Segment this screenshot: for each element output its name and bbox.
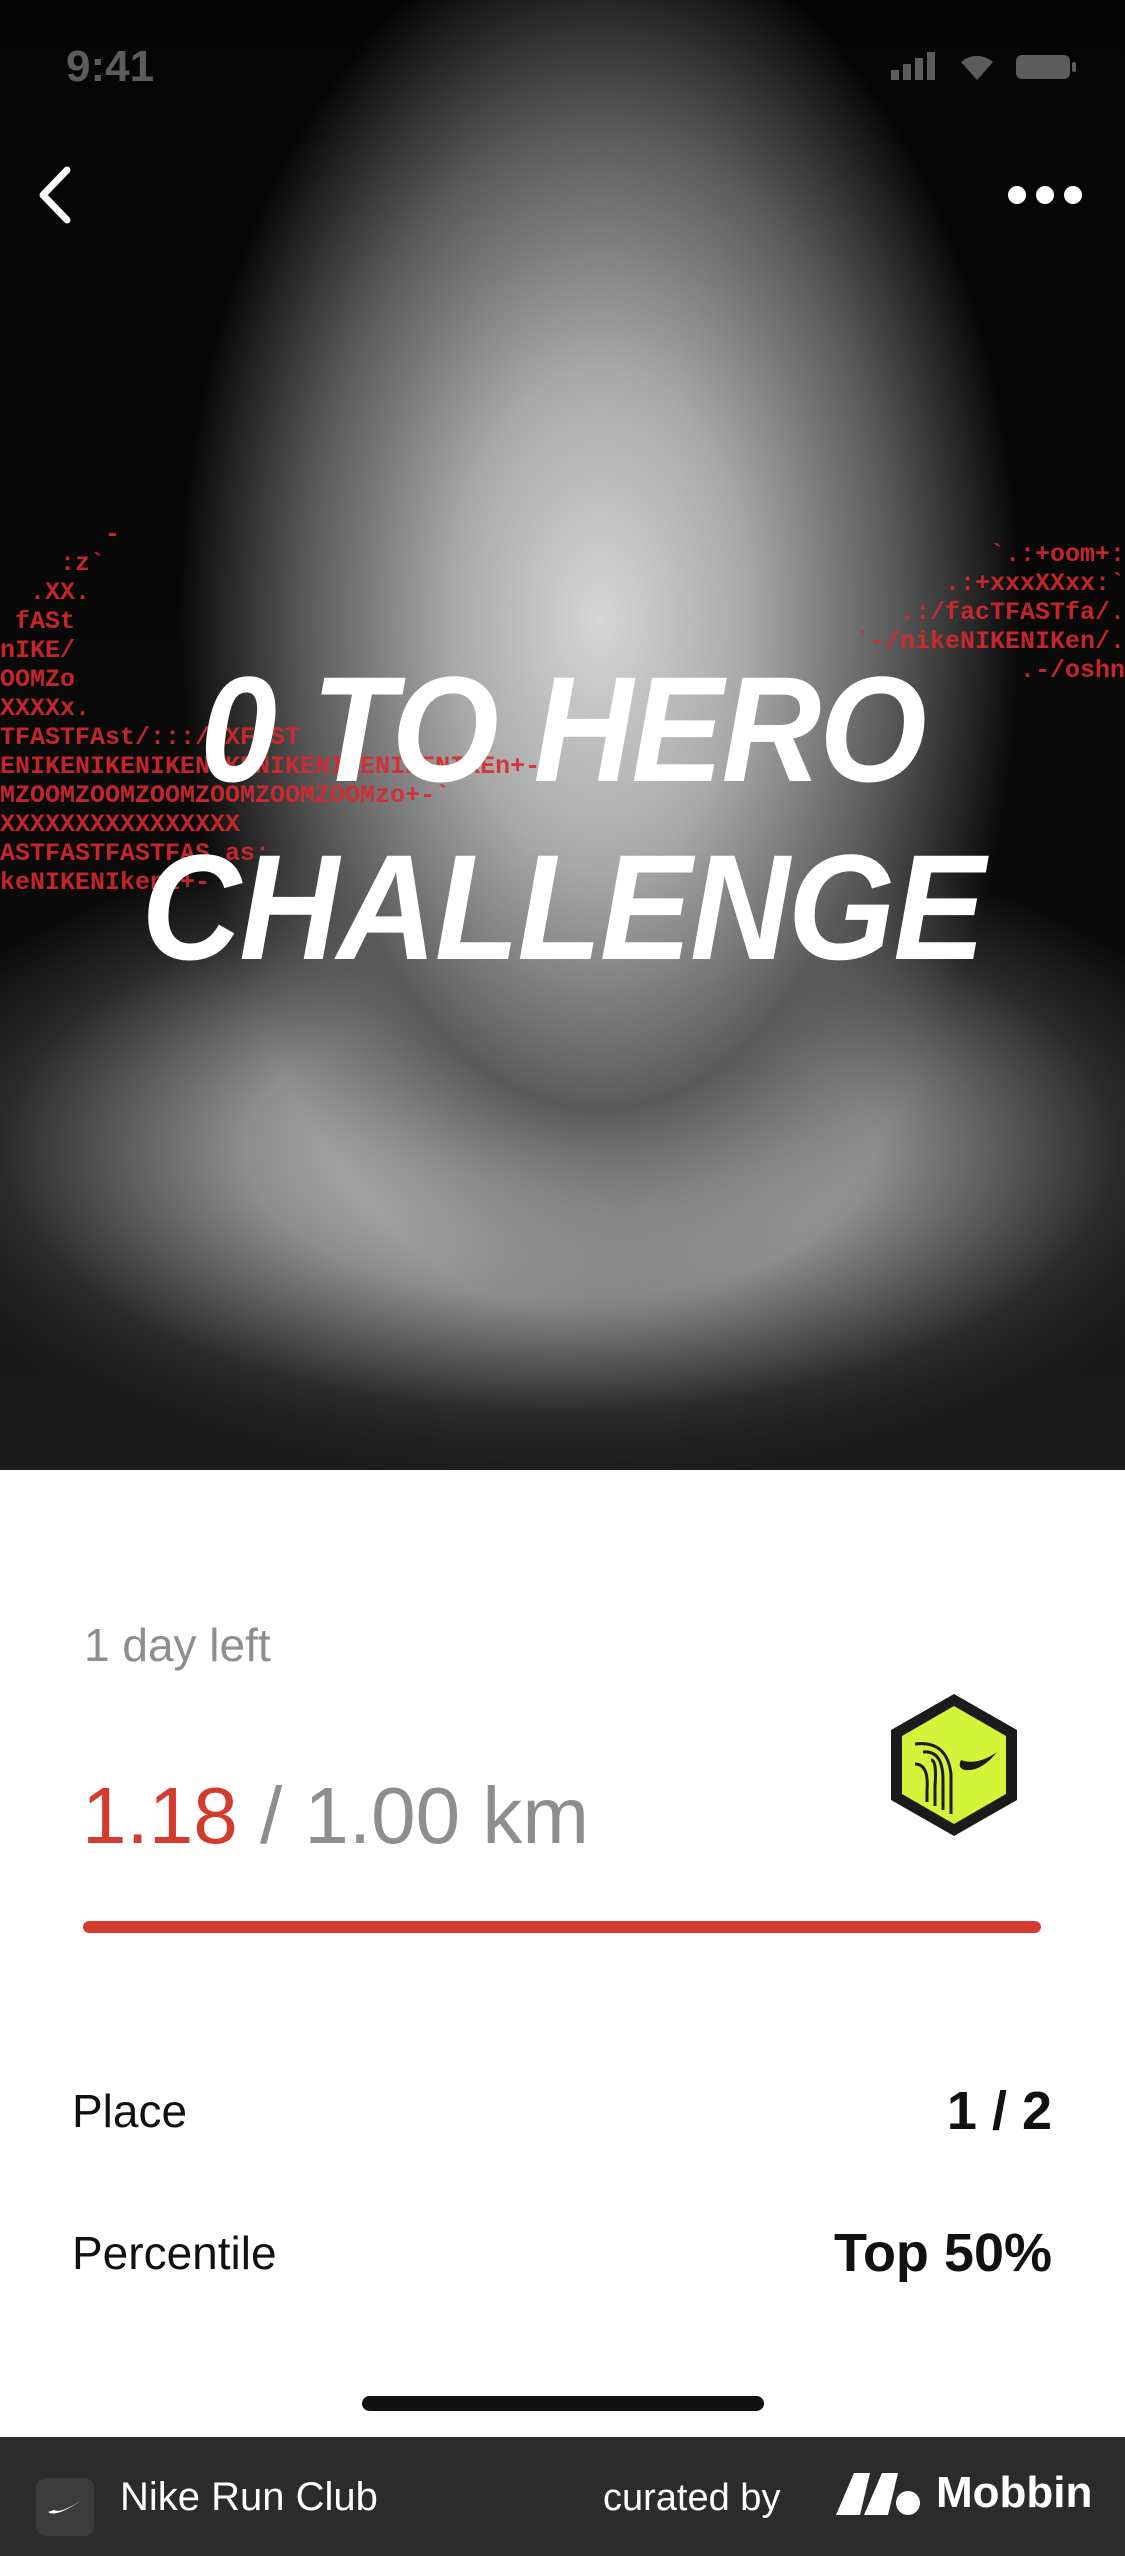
mobbin-icon (836, 2473, 920, 2515)
stat-label: Percentile (72, 2227, 277, 2279)
stat-value: 1 / 2 (946, 2081, 1052, 2141)
goal-distance: / 1.00 km (259, 1771, 589, 1860)
chevron-left-icon (39, 166, 71, 224)
home-indicator[interactable] (362, 2396, 764, 2411)
nike-hexagon-badge-icon[interactable] (885, 1690, 1023, 1840)
wifi-icon (961, 55, 993, 80)
mobbin-logo: Mobbin (832, 2465, 1092, 2521)
mobbin-brand-text: Mobbin (936, 2468, 1093, 2517)
time-left-label: 1 day left (84, 1619, 271, 1671)
back-button[interactable] (10, 150, 100, 240)
hero-banner: - :z` .XX. fASt nIKE/ OOMZo XXXXx. TFAST… (0, 0, 1125, 1470)
footer-app-name: Nike Run Club (120, 2475, 378, 2519)
stat-label: Place (72, 2085, 188, 2137)
more-options-button[interactable] (1000, 150, 1090, 240)
status-time: 9:41 (66, 42, 155, 91)
signal-icon (891, 52, 939, 85)
stat-value: Top 50% (833, 2223, 1052, 2283)
battery-icon (1016, 55, 1076, 79)
stat-row-place: Place 1 / 2 (72, 2080, 1052, 2142)
progress-bar-fill (83, 1921, 1041, 1933)
current-distance: 1.18 (82, 1771, 238, 1860)
stat-row-percentile: Percentile Top 50% (72, 2222, 1052, 2284)
status-icons (891, 52, 1077, 85)
hero-title: 0 TO HERO CHALLENGE (45, 640, 1080, 996)
nike-run-club-app-icon (36, 2478, 94, 2536)
hero-title-line-1: 0 TO HERO (200, 645, 927, 813)
hero-title-line-2: CHALLENGE (141, 823, 985, 991)
distance-progress: 1.18 / 1.00 km (82, 1770, 589, 1862)
footer-curated-by: curated by (603, 2477, 781, 2519)
status-bar: 9:41 (0, 0, 1125, 140)
ellipsis-icon (1008, 186, 1082, 204)
progress-bar (83, 1921, 1041, 1933)
footer-bar: Nike Run Club curated by Mobbin (0, 2437, 1125, 2556)
